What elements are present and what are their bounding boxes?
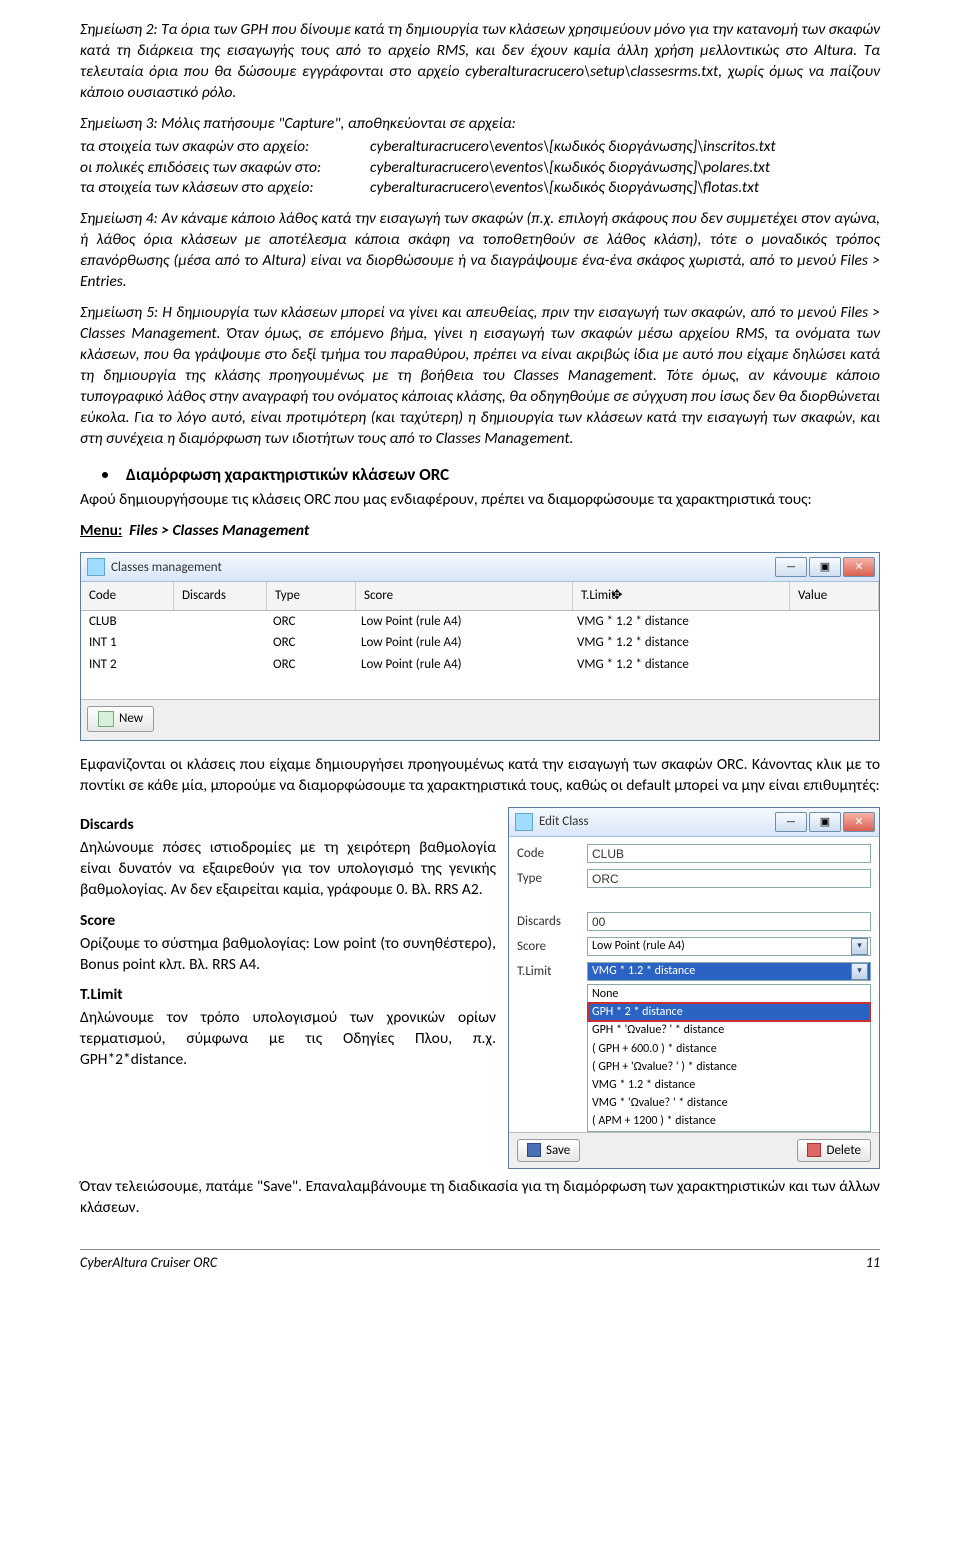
close-button[interactable]: ✕: [843, 557, 875, 577]
type-label: Type: [517, 870, 587, 888]
discards-form-label: Discards: [517, 913, 587, 931]
table-row[interactable]: INT 2ORCLow Point (rule A4)VMG * 1.2 * d…: [81, 654, 879, 676]
chevron-down-icon: ▾: [851, 938, 868, 955]
table-row[interactable]: INT 1ORCLow Point (rule A4)VMG * 1.2 * d…: [81, 632, 879, 654]
editwin-titlebar: Edit Class — ▣ ✕: [509, 808, 879, 837]
dropdown-option[interactable]: None: [588, 985, 870, 1003]
score-select[interactable]: Low Point (rule A4)▾: [587, 937, 871, 956]
file-path-row: τα στοιχεία των σκαφών στο αρχείο:cybera…: [80, 137, 880, 158]
cursor-icon: ✥: [612, 588, 623, 603]
editwin-title: Edit Class: [539, 813, 589, 831]
minimize-button[interactable]: —: [775, 812, 807, 832]
app-icon: [515, 813, 533, 831]
tlimit-form-label: T.Limit: [517, 963, 587, 981]
edit-class-window: Edit Class — ▣ ✕ Code Type Discards Scor…: [508, 807, 880, 1169]
score-label: Score: [80, 911, 496, 932]
score-text: Ορίζουμε το σύστημα βαθμολογίας: Low poi…: [80, 934, 496, 976]
tlimit-dropdown[interactable]: NoneGPH * 2 * distanceGPH * 'Ωvalue? ' *…: [587, 984, 871, 1132]
table-header: Code Discards Type Score T.Limit✥ Value: [81, 582, 879, 611]
explain-text: Εμφανίζονται οι κλάσεις που είχαμε δημιο…: [80, 755, 880, 797]
tlimit-text: Δηλώνουμε τον τρόπο υπολογισμού των χρον…: [80, 1008, 496, 1071]
menu-path: Menu: Files > Classes Management: [80, 521, 880, 542]
section-heading: Διαμόρφωση χαρακτηριστικών κλάσεων ORC: [80, 464, 880, 487]
app-icon: [87, 558, 105, 576]
dropdown-option[interactable]: ( GPH + 600.0 ) * distance: [588, 1040, 870, 1058]
save-button[interactable]: Save: [517, 1139, 580, 1163]
dropdown-option[interactable]: VMG * 'Ωvalue? ' * distance: [588, 1094, 870, 1112]
tlimit-select[interactable]: VMG * 1.2 * distance▾: [587, 962, 871, 981]
discards-input[interactable]: [587, 912, 871, 931]
dropdown-option[interactable]: ( APM + 1200 ) * distance: [588, 1112, 870, 1130]
save-icon: [527, 1143, 541, 1157]
classes-management-window: Classes management — ▣ ✕ Code Discards T…: [80, 552, 880, 741]
new-icon: [98, 711, 114, 727]
window-toolbar: New: [81, 699, 879, 740]
file-path-row: τα στοιχεία των κλάσεων στο αρχείο:cyber…: [80, 178, 880, 199]
tlimit-label: T.Limit: [80, 985, 496, 1006]
maximize-button[interactable]: ▣: [809, 557, 841, 577]
discards-label: Discards: [80, 815, 496, 836]
chevron-down-icon: ▾: [851, 963, 868, 980]
note-3-intro: Σημείωση 3: Μόλις πατήσουμε "Capture", α…: [80, 114, 880, 135]
note-4: Σημείωση 4: Αν κάναμε κάποιο λάθος κατά …: [80, 209, 880, 293]
code-input[interactable]: [587, 844, 871, 863]
note-2: Σημείωση 2: Τα όρια των GPH που δίνουμε …: [80, 20, 880, 104]
maximize-button[interactable]: ▣: [809, 812, 841, 832]
score-form-label: Score: [517, 938, 587, 956]
intro-text: Αφού δημιουργήσουμε τις κλάσεις ORC που …: [80, 490, 880, 511]
dropdown-option[interactable]: GPH * 'Ωvalue? ' * distance: [588, 1021, 870, 1039]
type-input[interactable]: [587, 869, 871, 888]
code-label: Code: [517, 845, 587, 863]
page-footer: CyberAltura Cruiser ORC 11: [80, 1249, 880, 1273]
dropdown-option[interactable]: VMG * 1.2 * distance: [588, 1076, 870, 1094]
window-title: Classes management: [111, 559, 222, 577]
bullet-icon: [102, 472, 108, 478]
delete-icon: [807, 1143, 821, 1157]
close-button[interactable]: ✕: [843, 812, 875, 832]
discards-text: Δηλώνουμε πόσες ιστιοδρομίες με τη χειρό…: [80, 838, 496, 901]
dropdown-option[interactable]: GPH * 2 * distance: [588, 1003, 870, 1021]
table-row[interactable]: CLUBORCLow Point (rule A4)VMG * 1.2 * di…: [81, 611, 879, 633]
window-titlebar: Classes management — ▣ ✕: [81, 553, 879, 582]
closing-text: Όταν τελειώσουμε, πατάμε "Save". Επαναλα…: [80, 1177, 880, 1219]
note-5: Σημείωση 5: Η δημιουργία των κλάσεων μπο…: [80, 303, 880, 449]
dropdown-option[interactable]: ( GPH + 'Ωvalue? ' ) * distance: [588, 1058, 870, 1076]
table-rows: CLUBORCLow Point (rule A4)VMG * 1.2 * di…: [81, 611, 879, 676]
file-path-row: οι πολικές επιδόσεις των σκαφών στο:cybe…: [80, 158, 880, 179]
delete-button[interactable]: Delete: [797, 1139, 871, 1163]
new-button[interactable]: New: [87, 706, 154, 732]
minimize-button[interactable]: —: [775, 557, 807, 577]
